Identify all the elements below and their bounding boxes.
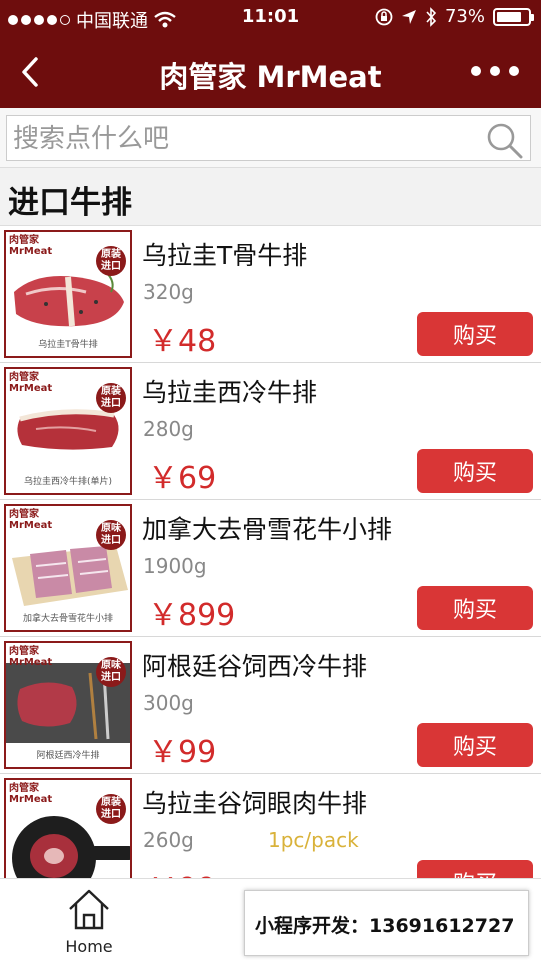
page-title: 肉管家 MrMeat	[159, 60, 382, 94]
bluetooth-icon	[426, 6, 437, 27]
brand-logo: 肉管家 MrMeat	[9, 783, 53, 805]
brand-logo: 肉管家 MrMeat	[9, 235, 53, 257]
origin-badge: 原装 进口	[96, 246, 126, 276]
battery-icon	[493, 7, 534, 26]
product-item[interactable]: 肉管家 MrMeat 原味 进口 加拿大去骨雪花牛小排 加拿大去骨雪花牛小排 190…	[0, 500, 541, 637]
product-name[interactable]: 加拿大去骨雪花牛小排	[142, 510, 392, 546]
nav-bar: 肉管家 MrMeat	[0, 36, 541, 108]
search-bar	[0, 108, 541, 168]
category-title: 进口牛排	[8, 185, 132, 221]
origin-badge: 原味 进口	[96, 657, 126, 687]
product-price: ￥99	[148, 864, 216, 878]
product-image[interactable]: 肉管家 MrMeat 原装 进口 乌拉圭西冷牛排(单片)	[4, 367, 132, 495]
search-icon[interactable]	[484, 120, 524, 160]
brand-logo: 肉管家 MrMeat	[9, 509, 53, 531]
brand-logo: 肉管家 MrMeat	[9, 372, 53, 394]
image-caption: 阿根廷西冷牛排	[36, 751, 100, 761]
tab-home-label: Home	[65, 937, 113, 956]
pack-info: 1pc/pack	[268, 828, 359, 852]
product-name[interactable]: 乌拉圭西冷牛排	[142, 373, 317, 409]
origin-badge: 原装 进口	[96, 794, 126, 824]
product-name[interactable]: 阿根廷谷饲西冷牛排	[142, 647, 367, 683]
product-price: ￥69	[148, 461, 217, 496]
buy-button[interactable]: 购买	[417, 449, 533, 493]
orientation-lock-icon	[375, 8, 393, 25]
search-input[interactable]	[13, 120, 473, 158]
search-box	[6, 115, 531, 161]
more-dots-icon[interactable]	[471, 66, 519, 76]
product-weight: 260g	[143, 828, 194, 852]
product-image[interactable]: 肉管家 MrMeat 原装 进口 乌拉圭T骨牛排	[4, 230, 132, 358]
origin-badge: 原装 进口	[96, 383, 126, 413]
buy-button[interactable]: 购买	[417, 860, 533, 878]
location-icon	[401, 9, 416, 24]
image-caption: 乌拉圭T骨牛排	[38, 340, 98, 350]
origin-badge: 原味 进口	[96, 520, 126, 550]
product-image[interactable]: 肉管家 MrMeat 原装 进口	[4, 778, 132, 878]
battery-percent: 73%	[444, 6, 485, 27]
category-header: 进口牛排	[0, 168, 541, 226]
developer-contact-text: 小程序开发：13691612727	[255, 915, 515, 937]
product-weight: 320g	[143, 280, 194, 304]
product-item[interactable]: 肉管家MrMeat 原装进口 乌拉圭谷饲眼肉牛排 260g 1pc/pack ￥…	[0, 774, 541, 878]
product-item[interactable]: 肉管家 MrMeat 原装 进口 乌拉圭西冷牛排(单片) 乌拉圭西冷牛排 280g …	[0, 363, 541, 500]
home-icon	[69, 889, 109, 930]
product-price: ￥48	[148, 324, 217, 359]
product-weight: 300g	[143, 691, 194, 715]
buy-button[interactable]: 购买	[417, 586, 533, 630]
product-name[interactable]: 乌拉圭谷饲眼肉牛排	[142, 784, 367, 820]
status-bar: 中国联通 11:01 73%	[0, 0, 541, 36]
product-price: ￥99	[148, 735, 217, 770]
image-caption: 乌拉圭西冷牛排(单片)	[23, 477, 113, 487]
product-name[interactable]: 乌拉圭T骨牛排	[142, 236, 307, 272]
buy-button[interactable]: 购买	[417, 312, 533, 356]
product-price: ￥899	[148, 598, 236, 633]
product-image[interactable]: 肉管家 MrMeat 原味 进口 阿根廷西冷牛排	[4, 641, 132, 769]
status-right: 73%	[375, 6, 534, 27]
product-item[interactable]: 肉管家 MrMeat 原味 进口 阿根廷西冷牛排 阿根廷谷饲西冷牛排 300g ￥9…	[0, 637, 541, 774]
image-caption: 加拿大去骨雪花牛小排	[22, 614, 113, 624]
product-item[interactable]: 肉管家 MrMeat 原装 进口 乌拉圭T骨牛排 乌拉圭T骨牛排 320g ￥48 …	[0, 226, 541, 363]
buy-button[interactable]: 购买	[417, 723, 533, 767]
brand-logo: 肉管家 MrMeat	[9, 646, 53, 668]
product-weight: 280g	[143, 417, 194, 441]
product-weight: 1900g	[143, 554, 207, 578]
tab-home[interactable]: Home	[58, 887, 120, 956]
developer-contact-banner: 小程序开发：13691612727	[244, 890, 529, 956]
product-list: 肉管家 MrMeat 原装 进口 乌拉圭T骨牛排 乌拉圭T骨牛排 320g ￥48 …	[0, 226, 541, 878]
product-image[interactable]: 肉管家 MrMeat 原味 进口 加拿大去骨雪花牛小排	[4, 504, 132, 632]
